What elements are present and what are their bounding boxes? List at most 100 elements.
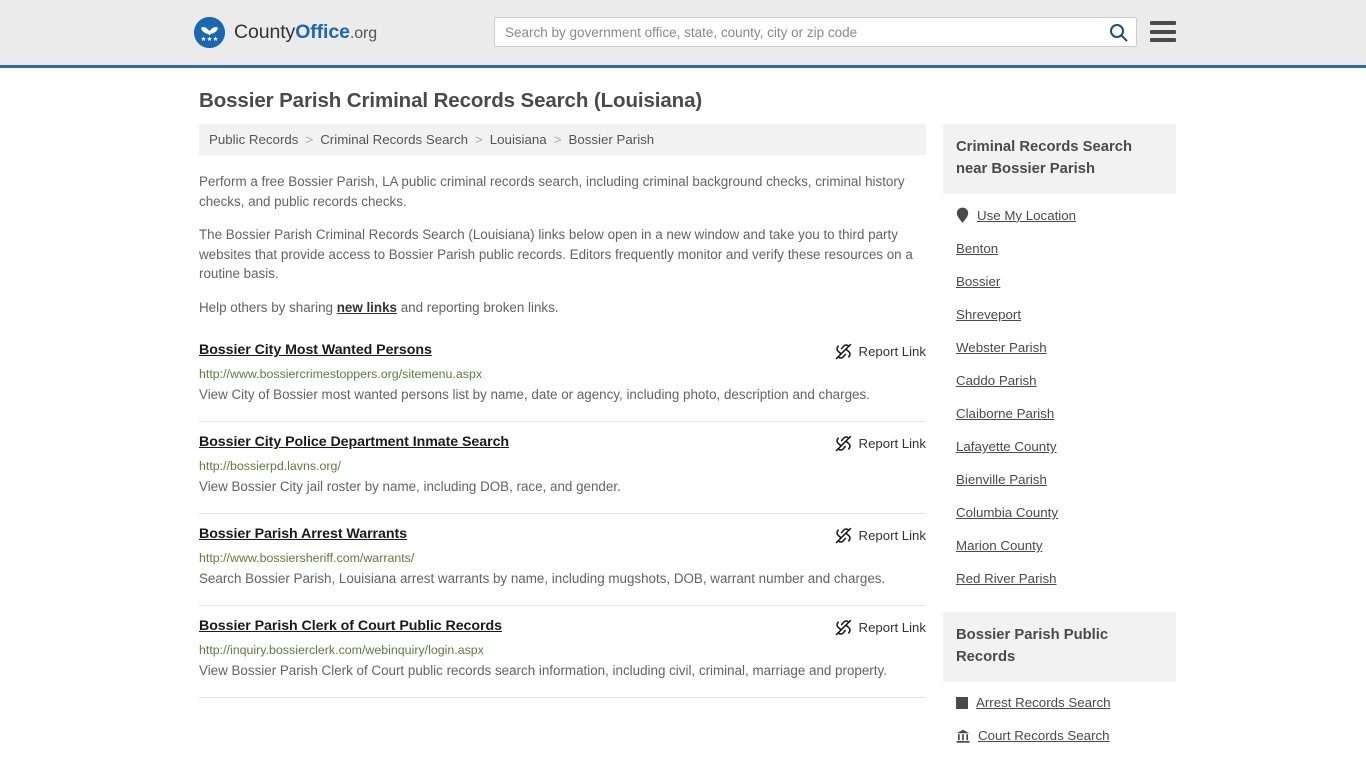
result-header: Bossier Parish Arrest Warrants Report Lin…	[199, 526, 926, 544]
result-title-link[interactable]: Bossier Parish Arrest Warrants	[199, 526, 407, 542]
sidebar-list-item[interactable]: Marion County	[943, 529, 1176, 562]
sidebar-list-item[interactable]: Bossier	[943, 265, 1176, 298]
result-item: Bossier City Most Wanted Persons Report L…	[199, 330, 926, 422]
sidebar-list-item[interactable]: Caddo Parish	[943, 364, 1176, 397]
map-pin-icon	[956, 207, 969, 223]
results-list: Bossier City Most Wanted Persons Report L…	[199, 330, 926, 698]
result-header: Bossier City Most Wanted Persons Report L…	[199, 342, 926, 360]
sidebar-list-item[interactable]: Columbia County	[943, 496, 1176, 529]
hamburger-menu-icon[interactable]	[1150, 21, 1176, 42]
result-item: Bossier Parish Clerk of Court Public Rec…	[199, 606, 926, 698]
sidebar-item-label[interactable]: Bossier	[956, 274, 1000, 289]
breadcrumb-item[interactable]: Bossier Parish	[568, 132, 654, 147]
sidebar-list-item[interactable]: Use My Location	[943, 198, 1176, 232]
sidebar-item-label[interactable]: Court Records Search	[978, 728, 1110, 743]
sidebar-public-records-heading: Bossier Parish Public Records	[943, 612, 1176, 682]
result-item: Bossier City Police Department Inmate Se…	[199, 422, 926, 514]
result-header: Bossier Parish Clerk of Court Public Rec…	[199, 618, 926, 636]
search-input[interactable]	[495, 18, 1100, 46]
result-url-link[interactable]: http://www.bossiercrimestoppers.org/site…	[199, 367, 926, 381]
sidebar-list-item[interactable]: Red River Parish	[943, 562, 1176, 595]
report-link-label: Report Link	[858, 528, 926, 543]
result-item: Bossier Parish Arrest Warrants Report Lin…	[199, 514, 926, 606]
report-link-button[interactable]: Report Link	[835, 526, 926, 544]
sidebar-item-label[interactable]: Use My Location	[977, 208, 1076, 223]
broken-link-icon	[835, 527, 852, 544]
sidebar-list-item[interactable]: Claiborne Parish	[943, 397, 1176, 430]
brand-text-office: Office	[295, 21, 350, 43]
result-description: Search Bossier Parish, Louisiana arrest …	[199, 571, 886, 586]
sidebar-list-item[interactable]: Court Records Search	[943, 719, 1176, 752]
sidebar-public-records-block: Bossier Parish Public Records Arrest Rec…	[943, 612, 1176, 752]
breadcrumb-separator: >	[475, 132, 483, 147]
brand-wordmark: CountyOffice.org	[234, 21, 377, 44]
sidebar-nearby-list: Use My Location Benton Bossier Shreveport We…	[943, 198, 1176, 595]
sidebar-item-label[interactable]: Columbia County	[956, 505, 1058, 520]
square-icon	[956, 696, 968, 709]
result-description: View Bossier Parish Clerk of Court publi…	[199, 663, 887, 678]
main-column: Public Records > Criminal Records Search > L…	[199, 124, 926, 698]
sidebar-item-label[interactable]: Benton	[956, 241, 998, 256]
search-button[interactable]	[1100, 18, 1136, 46]
intro-p3-before: Help others by sharing	[199, 299, 337, 315]
sidebar-nearby-heading: Criminal Records Search near Bossier Par…	[943, 124, 1176, 194]
sidebar-item-label[interactable]: Shreveport	[956, 307, 1021, 322]
report-link-label: Report Link	[858, 436, 926, 451]
report-link-button[interactable]: Report Link	[835, 434, 926, 452]
sidebar-item-label[interactable]: Red River Parish	[956, 571, 1057, 586]
sidebar-item-label[interactable]: Marion County	[956, 538, 1042, 553]
report-link-button[interactable]: Report Link	[835, 342, 926, 360]
result-header: Bossier City Police Department Inmate Se…	[199, 434, 926, 452]
sidebar-list-item[interactable]: Lafayette County	[943, 430, 1176, 463]
sidebar-item-label[interactable]: Caddo Parish	[956, 373, 1037, 388]
intro-p3-after: and reporting broken links.	[396, 299, 559, 315]
search-bar[interactable]	[494, 17, 1137, 47]
sidebar-item-label[interactable]: Lafayette County	[956, 439, 1057, 454]
breadcrumb-separator: >	[305, 132, 314, 147]
report-link-button[interactable]: Report Link	[835, 618, 926, 636]
result-title-link[interactable]: Bossier Parish Clerk of Court Public Rec…	[199, 618, 502, 634]
search-icon	[1109, 23, 1128, 42]
breadcrumb-item[interactable]: Criminal Records Search	[320, 132, 468, 147]
sidebar-item-label[interactable]: Webster Parish	[956, 340, 1047, 355]
sidebar-item-label[interactable]: Bienville Parish	[956, 472, 1047, 487]
report-link-label: Report Link	[858, 344, 926, 359]
intro-paragraph-3: Help others by sharing new links and rep…	[199, 298, 926, 318]
result-title-link[interactable]: Bossier City Police Department Inmate Se…	[199, 434, 509, 450]
result-url-link[interactable]: http://www.bossiersheriff.com/warrants/	[199, 551, 926, 565]
sidebar-list-item[interactable]: Bienville Parish	[943, 463, 1176, 496]
breadcrumb-item[interactable]: Public Records	[209, 132, 298, 147]
sidebar-list-item[interactable]: Benton	[943, 232, 1176, 265]
hamburger-bar	[1150, 21, 1176, 25]
sidebar-item-label[interactable]: Arrest Records Search	[976, 695, 1111, 710]
courthouse-icon	[956, 729, 970, 743]
breadcrumb-item[interactable]: Louisiana	[490, 132, 547, 147]
result-description: View Bossier City jail roster by name, i…	[199, 479, 621, 494]
breadcrumb-separator: >	[553, 132, 562, 147]
breadcrumb: Public Records > Criminal Records Search > L…	[199, 124, 926, 155]
hamburger-bar	[1150, 29, 1176, 34]
hamburger-bar	[1150, 38, 1176, 42]
sidebar-list-item[interactable]: Webster Parish	[943, 331, 1176, 364]
result-url-link[interactable]: http://inquiry.bossierclerk.com/webinqui…	[199, 643, 926, 657]
broken-link-icon	[835, 343, 852, 360]
site-logo[interactable]: CountyOffice.org	[194, 17, 377, 48]
sidebar-list-item[interactable]: Shreveport	[943, 298, 1176, 331]
content-columns: Public Records > Criminal Records Search > L…	[199, 124, 1176, 752]
sidebar: Criminal Records Search near Bossier Par…	[943, 124, 1176, 752]
result-description: View City of Bossier most wanted persons…	[199, 387, 870, 402]
brand-text-county: County	[234, 21, 296, 43]
report-link-label: Report Link	[858, 620, 926, 635]
result-url-link[interactable]: http://bossierpd.lavns.org/	[199, 459, 926, 473]
new-links-link[interactable]: new links	[337, 300, 397, 315]
page-body: Bossier Parish Criminal Records Search (…	[0, 89, 1366, 752]
eagle-stars-logo-icon	[194, 17, 225, 48]
sidebar-list-item[interactable]: Arrest Records Search	[943, 686, 1176, 719]
broken-link-icon	[835, 435, 852, 452]
site-header: CountyOffice.org	[0, 0, 1366, 68]
result-title-link[interactable]: Bossier City Most Wanted Persons	[199, 342, 432, 358]
sidebar-item-label[interactable]: Claiborne Parish	[956, 406, 1054, 421]
brand-text-org: .org	[349, 25, 378, 42]
page-title: Bossier Parish Criminal Records Search (…	[199, 89, 703, 112]
broken-link-icon	[835, 619, 852, 636]
